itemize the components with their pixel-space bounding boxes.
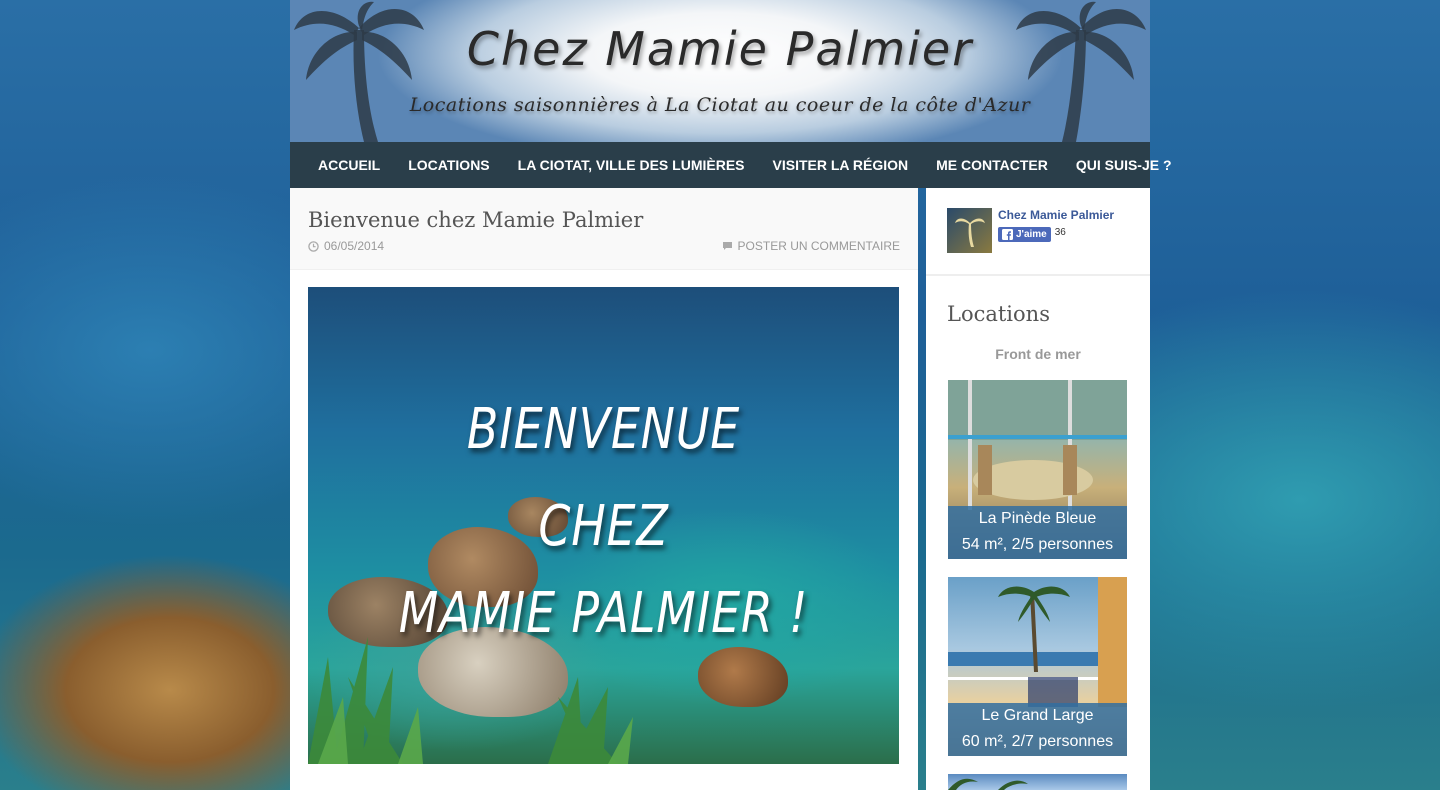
main-content: Bienvenue chez Mamie Palmier 06/05/2014 … — [290, 188, 918, 790]
clock-icon — [308, 240, 319, 252]
nav-item-la-ciotat[interactable]: LA CIOTAT, VILLE DES LUMIÈRES — [504, 157, 759, 173]
welcome-banner-image: BIENVENUE CHEZ MAMIE PALMIER ! — [308, 287, 899, 764]
facebook-icon — [1002, 229, 1013, 240]
facebook-page-info: Chez Mamie Palmier J'aime 36 — [998, 208, 1114, 254]
nav-item-qui-suis-je[interactable]: QUI SUIS-JE ? — [1062, 157, 1186, 173]
facebook-page-name[interactable]: Chez Mamie Palmier — [998, 208, 1114, 222]
listing-caption[interactable]: La Pinède Bleue 54 m², 2/5 personnes — [948, 506, 1127, 559]
post-date-text: 06/05/2014 — [324, 239, 385, 253]
palm-tree-icon — [1016, 1, 1146, 142]
front-de-mer-label: Front de mer — [995, 346, 1081, 362]
listing-details: 60 m², 2/7 personnes — [961, 733, 1114, 750]
comment-icon — [722, 242, 732, 250]
listing-card-partial[interactable] — [948, 774, 1127, 790]
listing-card-le-grand-large[interactable]: Le Grand Large 60 m², 2/7 personnes — [948, 577, 1127, 756]
post-date: 06/05/2014 — [308, 239, 384, 253]
hero-line-3: MAMIE PALMIER ! — [398, 581, 809, 646]
hero-line-1: BIENVENUE — [466, 397, 741, 462]
locations-widget-title: Locations — [947, 302, 1050, 326]
post-meta: 06/05/2014 POSTER UN COMMENTAIRE — [308, 239, 900, 253]
listing-card-la-pinede-bleue[interactable]: La Pinède Bleue 54 m², 2/5 personnes — [948, 380, 1127, 559]
listing-name[interactable]: La Pinède Bleue — [948, 506, 1127, 532]
comment-link-text[interactable]: POSTER UN COMMENTAIRE — [738, 239, 900, 253]
nav-item-locations[interactable]: LOCATIONS — [394, 157, 503, 173]
nav-item-accueil[interactable]: ACCUEIL — [304, 157, 394, 173]
listing-details: 54 m², 2/5 personnes — [961, 536, 1114, 553]
sidebar: Chez Mamie Palmier J'aime 36 Locations F… — [926, 188, 1150, 790]
facebook-like-label[interactable]: J'aime — [1016, 229, 1047, 240]
post-header: Bienvenue chez Mamie Palmier 06/05/2014 … — [290, 188, 918, 270]
apartment-interior-photo — [948, 380, 1127, 510]
nav-item-contact[interactable]: ME CONTACTER — [922, 157, 1062, 173]
listing-caption[interactable]: Le Grand Large 60 m², 2/7 personnes — [948, 703, 1127, 756]
hero-line-2: CHEZ — [538, 494, 669, 559]
facebook-like-button[interactable]: J'aime — [998, 227, 1051, 242]
facebook-like-count: 36 — [1054, 226, 1066, 238]
listing-name[interactable]: Le Grand Large — [948, 703, 1127, 729]
facebook-page-thumbnail[interactable] — [947, 208, 992, 253]
palm-photo-partial — [948, 778, 1028, 790]
site-header: Chez Mamie Palmier Locations saisonnière… — [290, 0, 1150, 142]
palm-tree-icon — [954, 218, 985, 247]
post-title[interactable]: Bienvenue chez Mamie Palmier — [308, 208, 900, 232]
main-navigation: ACCUEIL LOCATIONS LA CIOTAT, VILLE DES L… — [290, 142, 1172, 188]
facebook-like-box: Chez Mamie Palmier J'aime 36 — [926, 188, 1150, 276]
sea-view-photo — [948, 577, 1127, 707]
nav-item-visiter-region[interactable]: VISITER LA RÉGION — [759, 157, 923, 173]
comment-link[interactable]: POSTER UN COMMENTAIRE — [722, 239, 900, 253]
